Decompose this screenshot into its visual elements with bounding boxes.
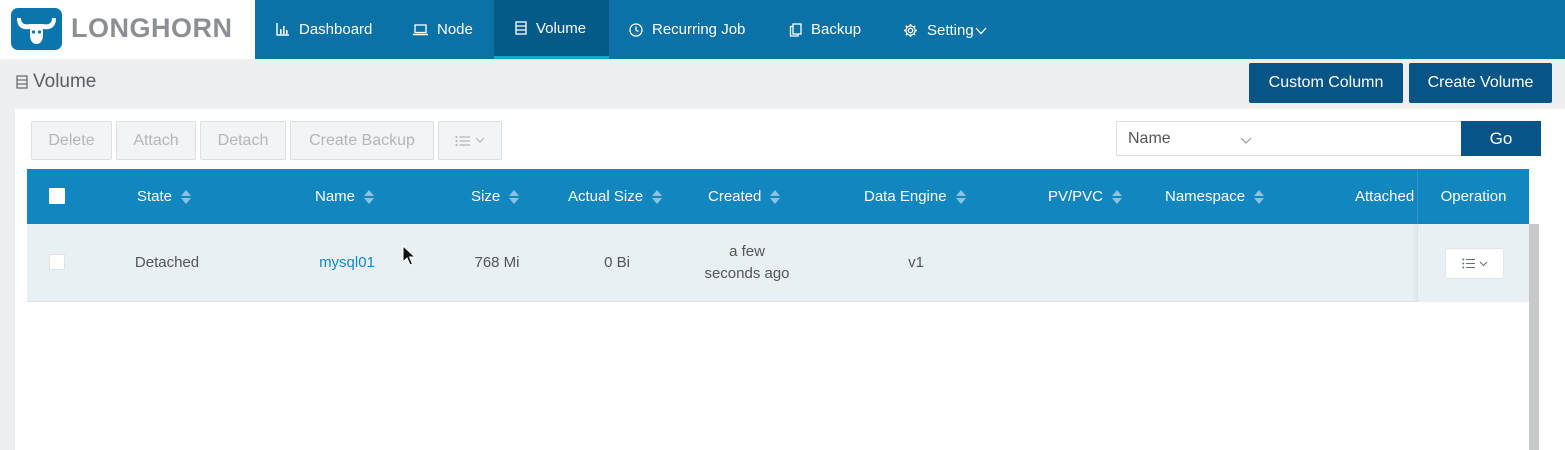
nav-item-label: Recurring Job	[652, 21, 746, 38]
nav-item-label: Node	[437, 21, 473, 38]
sort-icon	[770, 189, 781, 204]
nav-item-label: Volume	[536, 19, 587, 37]
create-backup-button[interactable]: Create Backup	[290, 121, 434, 160]
clock-icon	[629, 22, 643, 37]
brand-name: LONGHORN	[71, 13, 233, 43]
search-field-select[interactable]: Name	[1116, 121, 1265, 156]
column-header-namespace[interactable]: Namespace	[1165, 169, 1265, 224]
search-input[interactable]	[1264, 121, 1462, 156]
cell-pv-pvc	[1037, 224, 1137, 302]
copy-icon	[789, 22, 802, 37]
detach-button[interactable]: Detach	[200, 121, 286, 160]
cell-actual-size: 0 Bi	[604, 254, 630, 271]
bar-chart-icon	[276, 23, 290, 36]
nav-item-setting[interactable]: Setting	[882, 1, 1007, 60]
column-header-name[interactable]: Name	[315, 169, 375, 224]
volume-name-link[interactable]: mysql01	[307, 224, 387, 302]
cell-size: 768 Mi	[474, 254, 520, 271]
nav-item-volume[interactable]: Volume	[494, 0, 609, 59]
sort-icon	[364, 189, 375, 204]
chevron-down-icon	[475, 137, 485, 143]
sort-icon	[509, 189, 520, 204]
sort-icon	[1112, 189, 1123, 204]
nav-item-label: Dashboard	[299, 21, 373, 38]
sort-icon	[652, 189, 663, 204]
database-icon	[515, 21, 527, 35]
cell-data-engine: v1	[908, 254, 924, 271]
laptop-icon	[413, 23, 428, 36]
longhorn-bull-icon	[11, 8, 62, 50]
delete-button[interactable]: Delete	[31, 121, 112, 160]
column-header-actual-size[interactable]: Actual Size	[568, 169, 663, 224]
cell-created: a few seconds ago	[704, 243, 790, 282]
column-header-data-engine[interactable]: Data Engine	[864, 169, 966, 224]
bulk-actions-menu-button[interactable]	[438, 121, 502, 160]
cell-state: Detached	[134, 254, 200, 271]
volume-panel: Delete Attach Detach Create Backup Name …	[15, 109, 1565, 450]
sort-icon	[1254, 189, 1265, 204]
cell-attached	[1317, 224, 1412, 302]
nav-item-dashboard[interactable]: Dashboard	[255, 0, 385, 59]
page-title: Volume	[16, 71, 96, 93]
cell-operation	[1417, 224, 1529, 302]
column-header-attached[interactable]: Attached	[1355, 169, 1414, 224]
table-row: Detached mysql01 768 Mi 0 Bi a few secon…	[27, 224, 1529, 302]
page-title-text: Volume	[33, 71, 97, 92]
chevron-down-icon	[1479, 261, 1487, 266]
brand-logo[interactable]: LONGHORN	[0, 0, 255, 59]
sort-icon	[955, 189, 966, 204]
select-all-checkbox[interactable]	[49, 188, 65, 204]
create-volume-button[interactable]: Create Volume	[1409, 63, 1552, 103]
row-operation-menu-button[interactable]	[1445, 248, 1504, 279]
list-icon	[1461, 258, 1488, 269]
nav-item-recurring-job[interactable]: Recurring Job	[609, 0, 769, 59]
column-header-state[interactable]: State	[137, 169, 192, 224]
nav-item-node[interactable]: Node	[385, 0, 494, 59]
table-header: State Name Size Actual Size Created Data…	[27, 169, 1529, 224]
gear-icon	[903, 23, 918, 38]
row-checkbox[interactable]	[49, 254, 65, 270]
nav-item-label: Backup	[811, 21, 862, 38]
column-header-size[interactable]: Size	[471, 169, 520, 224]
search-field-selected: Name	[1128, 129, 1171, 147]
cell-namespace	[1157, 224, 1277, 302]
custom-column-button[interactable]: Custom Column	[1249, 63, 1403, 103]
column-header-pv-pvc[interactable]: PV/PVC	[1048, 169, 1123, 224]
database-icon	[16, 75, 28, 89]
column-header-created[interactable]: Created	[708, 169, 781, 224]
list-icon	[455, 135, 485, 147]
nav-item-backup[interactable]: Backup	[769, 0, 882, 59]
chevron-down-icon	[1240, 132, 1252, 150]
nav-item-label: Setting	[927, 22, 974, 39]
top-navigation: LONGHORN Dashboard Node Volume Recurring…	[0, 0, 1565, 59]
column-header-operation: Operation	[1417, 169, 1529, 224]
table-scrollbar[interactable]	[1529, 224, 1539, 450]
attach-button[interactable]: Attach	[116, 121, 196, 160]
sort-icon	[181, 189, 192, 204]
mouse-pointer-icon	[402, 244, 417, 272]
go-button[interactable]: Go	[1461, 121, 1541, 156]
chevron-down-icon	[975, 27, 987, 35]
